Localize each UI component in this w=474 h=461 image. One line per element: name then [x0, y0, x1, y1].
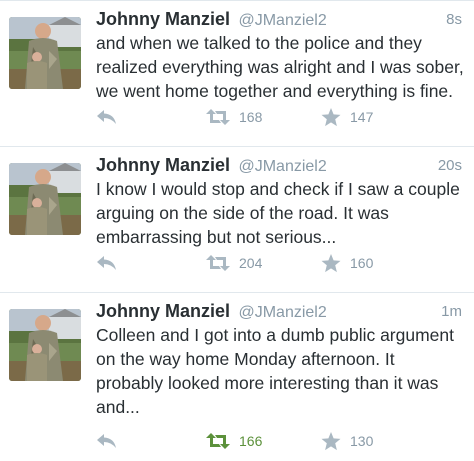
retweet-count: 166 [239, 433, 263, 449]
tweet-text: Colleen and I got into a dumb public arg… [96, 325, 455, 417]
reply-icon [97, 256, 116, 270]
reply-button[interactable] [96, 251, 118, 275]
tweet-header: Johnny Manziel @JManziel2 20s [96, 155, 462, 179]
tweet[interactable]: Johnny Manziel @JManziel2 1m Colleen and… [0, 293, 474, 461]
timestamp[interactable]: 20s [438, 157, 462, 174]
retweet-icon [206, 255, 230, 271]
retweet-count: 168 [239, 109, 263, 125]
favorite-button[interactable]: 160 [321, 251, 373, 275]
tweet-timeline: Johnny Manziel @JManziel2 8s and when we… [0, 0, 474, 461]
tweet-actions: 168 147 [96, 105, 466, 129]
retweet-count: 204 [239, 255, 263, 271]
timestamp[interactable]: 1m [441, 303, 462, 320]
star-icon [321, 107, 341, 126]
tweet[interactable]: Johnny Manziel @JManziel2 20s I know I w… [0, 147, 474, 293]
retweet-button[interactable]: 168 [206, 105, 262, 129]
tweet-header: Johnny Manziel @JManziel2 1m [96, 301, 462, 325]
retweet-icon [206, 433, 230, 449]
tweet-header: Johnny Manziel @JManziel2 8s [96, 9, 462, 33]
tweet-text: and when we talked to the police and the… [96, 33, 464, 101]
star-icon [321, 431, 341, 450]
avatar[interactable] [9, 309, 81, 381]
timestamp[interactable]: 8s [446, 11, 462, 28]
tweet-actions: 204 160 [96, 251, 466, 275]
reply-icon [97, 434, 116, 448]
user-name[interactable]: Johnny Manziel [96, 155, 230, 175]
favorite-button[interactable]: 147 [321, 105, 373, 129]
user-name[interactable]: Johnny Manziel [96, 301, 230, 321]
user-handle[interactable]: @JManziel2 [238, 158, 326, 175]
favorite-button[interactable]: 130 [321, 429, 373, 453]
star-icon [321, 253, 341, 272]
favorite-count: 130 [350, 433, 374, 449]
tweet[interactable]: Johnny Manziel @JManziel2 8s and when we… [0, 1, 474, 147]
tweet-text: I know I would stop and check if I saw a… [96, 179, 460, 247]
tweet-actions: 166 130 [96, 429, 466, 453]
retweet-icon [206, 109, 230, 125]
retweet-button[interactable]: 166 [206, 429, 262, 453]
favorite-count: 160 [350, 255, 374, 271]
favorite-count: 147 [350, 109, 374, 125]
reply-button[interactable] [96, 105, 118, 129]
user-handle[interactable]: @JManziel2 [238, 304, 326, 321]
reply-button[interactable] [96, 429, 118, 453]
avatar[interactable] [9, 163, 81, 235]
user-handle[interactable]: @JManziel2 [238, 12, 326, 29]
user-name[interactable]: Johnny Manziel [96, 9, 230, 29]
retweet-button[interactable]: 204 [206, 251, 262, 275]
avatar[interactable] [9, 17, 81, 89]
reply-icon [97, 110, 116, 124]
